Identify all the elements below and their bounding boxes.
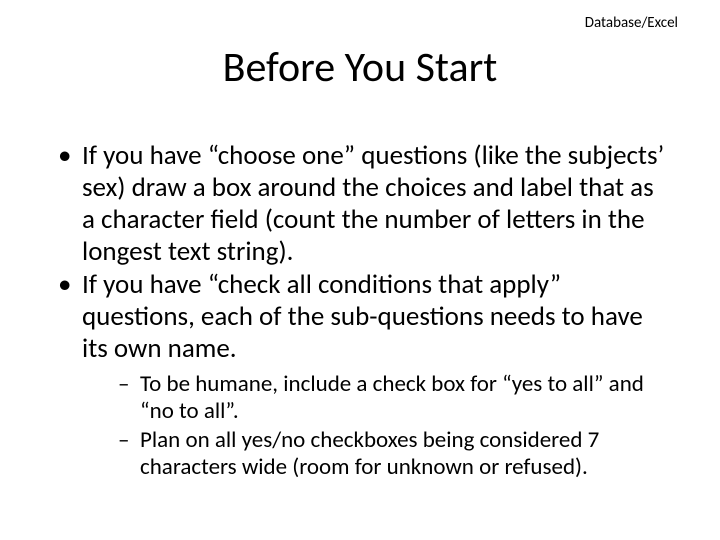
slide-body: If you have “choose one” questions (like…: [54, 140, 666, 484]
slide-title: Before You Start: [0, 42, 720, 93]
sub-bullet-list: To be humane, include a check box for “y…: [82, 371, 666, 482]
list-item: Plan on all yes/no checkboxes being cons…: [116, 427, 666, 481]
list-item: To be humane, include a check box for “y…: [116, 371, 666, 425]
list-item: If you have “check all conditions that a…: [54, 269, 666, 481]
bullet-text: If you have “choose one” questions (like…: [82, 139, 664, 268]
list-item: If you have “choose one” questions (like…: [54, 140, 666, 267]
header-label: Database/Excel: [585, 14, 678, 32]
bullet-text: Plan on all yes/no checkboxes being cons…: [140, 426, 599, 481]
bullet-text: To be humane, include a check box for “y…: [140, 370, 644, 425]
bullet-text: If you have “check all conditions that a…: [82, 268, 643, 365]
slide: Database/Excel Before You Start If you h…: [0, 0, 720, 540]
bullet-list: If you have “choose one” questions (like…: [54, 140, 666, 482]
